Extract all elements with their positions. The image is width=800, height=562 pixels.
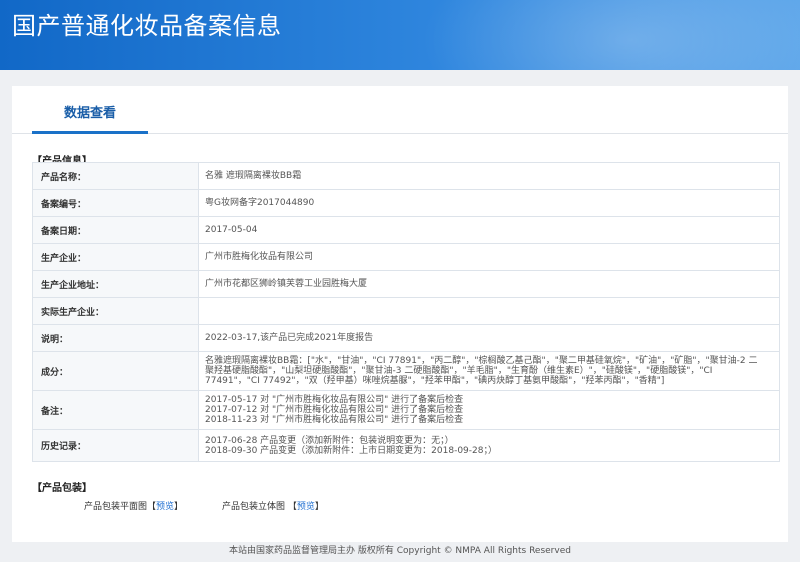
row-label: 实际生产企业： [32, 297, 199, 325]
row-label: 历史记录： [32, 429, 199, 462]
value-line: 2018-11-23 对 "广州市胜梅化妆品有限公司" 进行了备案后检查 [205, 415, 464, 425]
row-value: 粤G妆网备字2017044890 [198, 189, 780, 217]
table-row: 生产企业： 广州市胜梅化妆品有限公司 [32, 243, 780, 271]
tab-bar: 数据查看 [12, 86, 788, 134]
packaging-item-3d: 产品包装立体图 【预览】 [221, 502, 324, 512]
row-value: 名雅遮瑕隔离裸妆BB霜：["水"，"甘油"，"CI 77891"，"丙二醇"，"… [198, 351, 780, 391]
content-panel: 数据查看 【产品信息】 产品名称： 名雅 遮瑕隔离裸妆BB霜 备案编号： 粤G妆… [12, 86, 788, 542]
row-label: 生产企业地址： [32, 270, 199, 298]
value-line: 2018-09-30 产品变更（添加新附件：上市日期变更为：2018-09-28… [205, 445, 497, 456]
table-row: 备注： 2017-05-17 对 "广州市胜梅化妆品有限公司" 进行了备案后检查… [32, 390, 780, 430]
row-label: 备注： [32, 390, 199, 430]
table-row: 说明： 2022-03-17,该产品已完成2021年度报告 [32, 324, 780, 352]
row-value: 广州市花都区狮岭镇芙蓉工业园胜梅大厦 [198, 270, 780, 298]
row-label: 备案编号： [32, 189, 199, 217]
row-value: 2022-03-17,该产品已完成2021年度报告 [198, 324, 780, 352]
site-footer: 本站由国家药品监督管理局主办 版权所有 Copyright © NMPA All… [229, 546, 571, 556]
table-row: 成分： 名雅遮瑕隔离裸妆BB霜：["水"，"甘油"，"CI 77891"，"丙二… [32, 351, 780, 391]
value-line: 广州市胜梅化妆品有限公司 [205, 252, 314, 262]
packaging-label: 产品包装立体图 [221, 502, 285, 512]
value-line: 广州市花都区狮岭镇芙蓉工业园胜梅大厦 [205, 279, 368, 289]
packaging-item-flat: 产品包装平面图【预览】 [84, 502, 184, 512]
table-row: 备案日期： 2017-05-04 [32, 216, 780, 244]
table-row: 历史记录： 2017-06-28 产品变更（添加新附件：包装说明变更为：无；） … [32, 429, 780, 462]
value-line: 聚羟基硬脂酸酯"，"山梨坦硬脂酸酯"，"聚甘油-3 二硬脂酸酯"，"羊毛脂"，"… [205, 366, 713, 376]
value-line: 名雅遮瑕隔离裸妆BB霜：["水"，"甘油"，"CI 77891"，"丙二醇"，"… [205, 356, 758, 366]
table-row: 备案编号： 粤G妆网备字2017044890 [32, 189, 780, 217]
page-title: 国产普通化妆品备案信息 [12, 12, 282, 40]
table-row: 产品名称： 名雅 遮瑕隔离裸妆BB霜 [32, 162, 780, 190]
row-label: 成分： [32, 351, 199, 391]
row-value: 2017-05-17 对 "广州市胜梅化妆品有限公司" 进行了备案后检查 201… [198, 390, 780, 430]
table-row: 实际生产企业： [32, 297, 780, 325]
value-line: 2017-06-28 产品变更（添加新附件：包装说明变更为：无；） [205, 435, 454, 446]
value-line: 2017-05-04 [205, 225, 258, 235]
preview-link-3d[interactable]: 预览 [297, 502, 315, 512]
value-line: 77491"，"CI 77492"，"双（羟甲基）咪唑烷基脲"，"羟苯甲酯"，"… [205, 376, 665, 386]
row-label: 生产企业： [32, 243, 199, 271]
row-value: 2017-06-28 产品变更（添加新附件：包装说明变更为：无；） 2018-0… [198, 429, 780, 462]
banner-glow [420, 0, 800, 70]
packaging-heading: 【产品包装】 [32, 483, 92, 494]
preview-link-flat[interactable]: 预览 [156, 502, 174, 512]
value-line: 名雅 遮瑕隔离裸妆BB霜 [205, 171, 302, 181]
packaging-row: 产品包装平面图【预览】 产品包装立体图 【预览】 [84, 499, 360, 512]
product-info-table: 产品名称： 名雅 遮瑕隔离裸妆BB霜 备案编号： 粤G妆网备字201704489… [32, 162, 780, 462]
header-banner: 国产普通化妆品备案信息 [0, 0, 800, 70]
value-line: 2017-07-12 对 "广州市胜梅化妆品有限公司" 进行了备案后检查 [205, 405, 464, 415]
row-label: 备案日期： [32, 216, 199, 244]
packaging-label: 产品包装平面图 [84, 502, 148, 512]
tab-data-view[interactable]: 数据查看 [32, 86, 148, 134]
row-value: 广州市胜梅化妆品有限公司 [198, 243, 780, 271]
row-value: 2017-05-04 [198, 216, 780, 244]
value-line: 2017-05-17 对 "广州市胜梅化妆品有限公司" 进行了备案后检查 [205, 395, 464, 405]
row-value [198, 297, 780, 325]
value-line: 2022-03-17,该产品已完成2021年度报告 [205, 333, 374, 343]
row-label: 产品名称： [32, 162, 199, 190]
row-value: 名雅 遮瑕隔离裸妆BB霜 [198, 162, 780, 190]
table-row: 生产企业地址： 广州市花都区狮岭镇芙蓉工业园胜梅大厦 [32, 270, 780, 298]
value-line: 粤G妆网备字2017044890 [205, 198, 315, 208]
row-label: 说明： [32, 324, 199, 352]
